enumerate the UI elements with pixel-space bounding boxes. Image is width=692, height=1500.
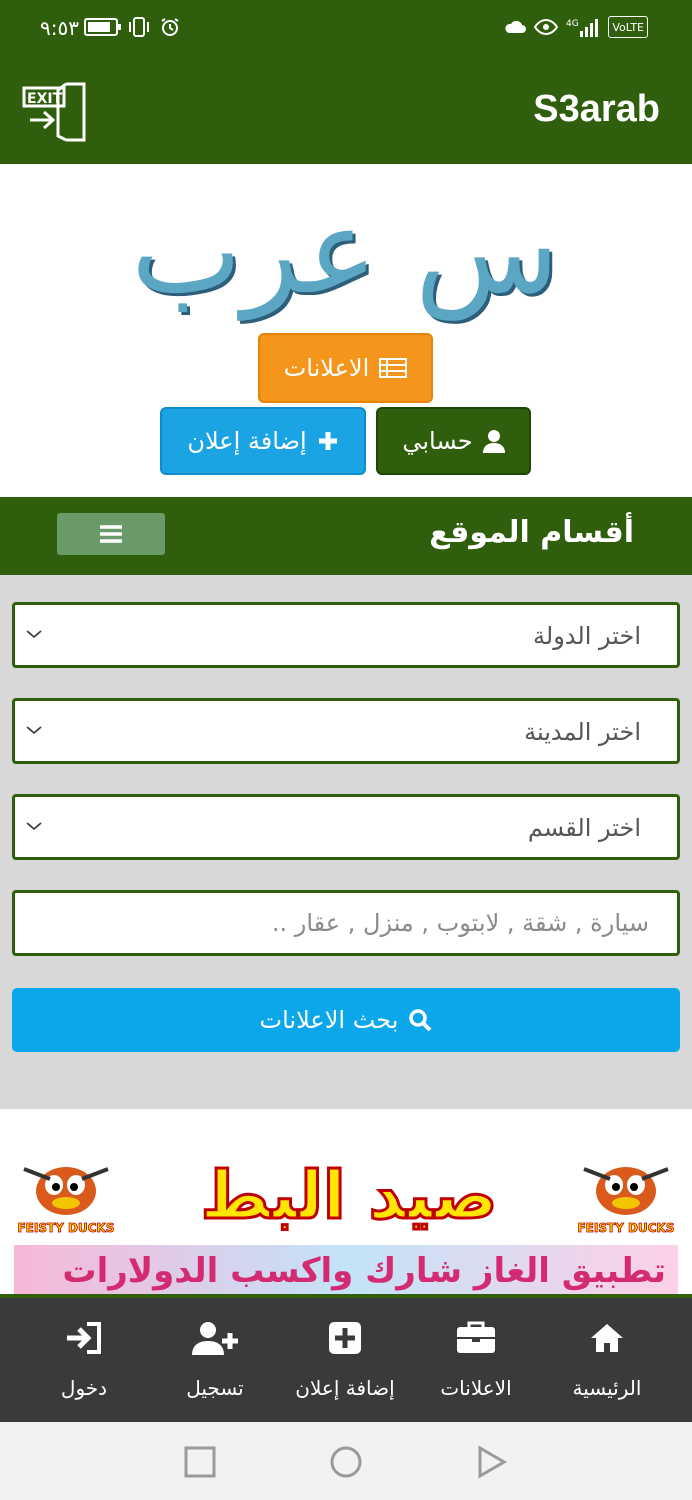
home-icon <box>591 1324 623 1352</box>
user-plus-icon <box>192 1322 238 1355</box>
country-select[interactable]: اختر الدولة <box>12 602 680 668</box>
search-field-wrap <box>12 890 680 956</box>
nav-add-ad-label: إضافة إعلان <box>295 1376 395 1400</box>
banner2-text: تطبيق الغاز شارك واكسب الدولارات <box>62 1251 666 1291</box>
cloud-icon <box>504 16 527 38</box>
ads-button-label: الاعلانات <box>283 354 370 382</box>
sections-bar: أقسام الموقع <box>0 497 692 575</box>
category-select[interactable]: اختر القسم <box>12 794 680 860</box>
alarm-icon <box>160 16 180 38</box>
logo-text: س عرب <box>130 182 560 320</box>
svg-text:EXIT: EXIT <box>27 91 63 107</box>
recent-apps-icon[interactable] <box>182 1444 218 1480</box>
battery-icon <box>84 16 121 38</box>
search-ads-button[interactable]: بحث الاعلانات <box>12 988 680 1052</box>
nav-login-label: دخول <box>60 1376 108 1400</box>
duck-logo-left: FEISTY DUCKS <box>14 1159 118 1235</box>
nav-register-label: تسجيل <box>186 1376 244 1400</box>
sign-in-icon <box>67 1322 101 1354</box>
site-logo: س عرب <box>100 176 590 334</box>
volte-icon: VoLTE <box>608 16 648 38</box>
chevron-down-icon <box>26 726 42 735</box>
user-icon <box>482 430 505 453</box>
nav-add-ad[interactable]: إضافة إعلان <box>280 1316 410 1406</box>
nav-ads[interactable]: الاعلانات <box>411 1316 541 1406</box>
duck-logo-label: FEISTY DUCKS <box>17 1221 115 1236</box>
city-select[interactable]: اختر المدينة <box>12 698 680 764</box>
exit-button[interactable]: EXIT <box>22 80 88 142</box>
bottom-nav: الرئيسية الاعلانات إضافة إعلان تسجيل دخو… <box>0 1294 692 1422</box>
nav-home-label: الرئيسية <box>572 1376 642 1400</box>
status-time: ٩:٥٣ <box>40 16 79 40</box>
home-button-icon[interactable] <box>328 1444 364 1480</box>
signal-icon: 4G <box>566 16 600 38</box>
chevron-down-icon <box>26 630 42 639</box>
search-input[interactable] <box>15 893 677 953</box>
system-nav-bar <box>0 1422 692 1500</box>
country-select-value: اختر الدولة <box>533 622 641 650</box>
logo-area: س عرب <box>0 164 692 334</box>
nav-home[interactable]: الرئيسية <box>542 1316 672 1406</box>
search-icon <box>409 1009 432 1032</box>
city-select-value: اختر المدينة <box>524 718 641 746</box>
briefcase-icon <box>457 1321 495 1353</box>
app-title: S3arab <box>533 88 660 130</box>
nav-login[interactable]: دخول <box>19 1316 149 1406</box>
add-ad-button[interactable]: إضافة إعلان <box>160 407 366 475</box>
exit-icon: EXIT <box>22 82 86 142</box>
plus-icon <box>318 432 337 450</box>
ad-banner-duck[interactable]: FEISTY DUCKS صيد البط FEISTY DUCKS <box>14 1153 678 1239</box>
hamburger-icon <box>100 525 122 543</box>
eye-icon <box>534 16 559 38</box>
app-bar: EXIT S3arab <box>0 58 692 164</box>
nav-register[interactable]: تسجيل <box>150 1316 280 1406</box>
list-icon <box>379 358 408 378</box>
nav-ads-label: الاعلانات <box>440 1376 512 1400</box>
vibrate-icon <box>128 16 150 38</box>
status-bar: ٩:٥٣ 4G VoLTE <box>0 0 692 58</box>
duck-logo-label: FEISTY DUCKS <box>577 1221 675 1236</box>
svg-text:4G: 4G <box>566 19 579 29</box>
menu-toggle-button[interactable] <box>57 513 165 555</box>
ads-button[interactable]: الاعلانات <box>258 333 433 403</box>
plus-square-icon <box>329 1322 361 1354</box>
category-select-value: اختر القسم <box>527 814 641 842</box>
account-button-label: حسابي <box>402 427 473 455</box>
add-ad-button-label: إضافة إعلان <box>187 427 307 455</box>
ad-area: FEISTY DUCKS صيد البط FEISTY DUCKS تطبيق… <box>0 1109 692 1295</box>
ad-title: صيد البط <box>199 1156 499 1236</box>
duck-logo-right: FEISTY DUCKS <box>574 1159 678 1235</box>
chevron-down-icon <box>26 822 42 831</box>
account-button[interactable]: حسابي <box>376 407 531 475</box>
ad-banner-gas-app[interactable]: تطبيق الغاز شارك واكسب الدولارات <box>14 1245 678 1295</box>
back-icon[interactable] <box>474 1444 510 1480</box>
sections-title: أقسام الموقع <box>429 515 634 550</box>
search-form: اختر الدولة اختر المدينة اختر القسم بحث … <box>0 575 692 1109</box>
search-button-label: بحث الاعلانات <box>259 1006 399 1034</box>
